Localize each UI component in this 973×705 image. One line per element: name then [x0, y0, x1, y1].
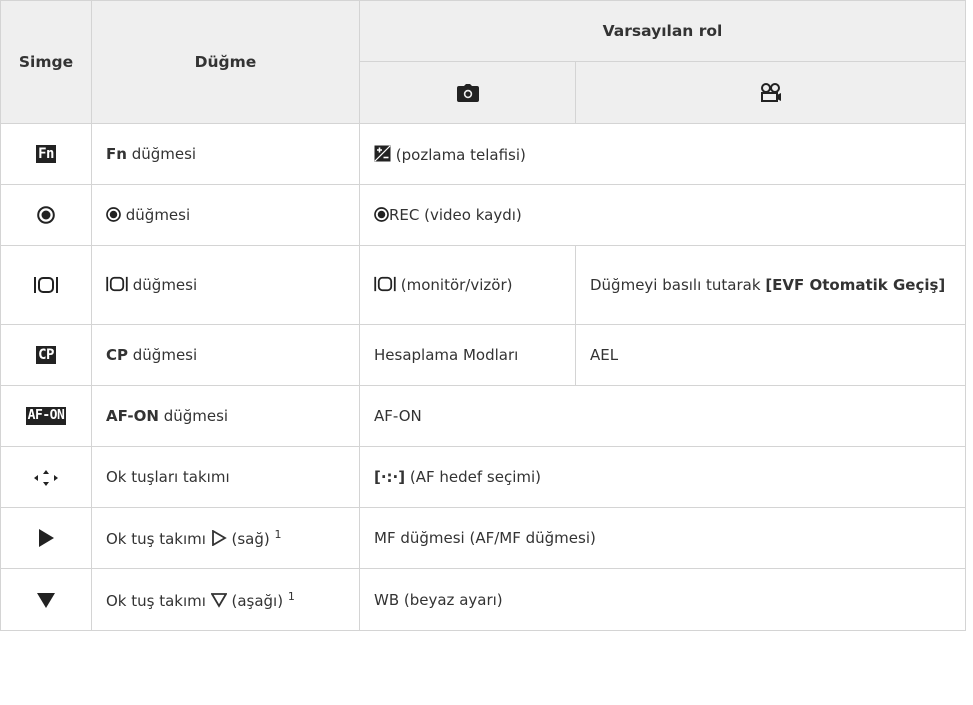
role-video: Düğmeyi basılı tutarak — [590, 276, 766, 294]
button-function-table: Simge Düğme Varsayılan rol Fn Fn düğmesi… — [0, 0, 966, 631]
role-text: (AF hedef seçimi) — [405, 468, 542, 486]
footnote-marker: 1 — [274, 528, 282, 541]
header-icon: Simge — [0, 0, 92, 124]
table-row: Ok tuşları takımı [·:·] (AF hedef seçimi… — [0, 446, 966, 508]
role-text: (pozlama telafisi) — [395, 145, 526, 164]
footnote-marker: 1 — [287, 589, 295, 603]
arrow-pad-icon — [34, 469, 58, 486]
header-photo — [359, 61, 576, 124]
fn-icon: Fn — [36, 145, 56, 164]
af-on-icon: AF-ON — [25, 407, 67, 426]
button-suffix: (aşağı) — [226, 591, 288, 610]
role-text: WB (beyaz ayarı) — [359, 568, 966, 631]
table-row: CP CP düğmesi Hesaplama Modları AEL — [0, 324, 966, 386]
role-photo: (monitör/vizör) — [396, 276, 513, 294]
button-name: Ok tuş takımı — [106, 591, 211, 610]
table-row: Ok tuş takımı (aşağı) 1 WB (beyaz ayarı) — [0, 568, 966, 631]
button-name-bold: AF-ON — [106, 407, 159, 425]
header-button: Düğme — [91, 0, 360, 124]
camera-icon — [456, 83, 479, 102]
play-right-icon — [39, 529, 54, 548]
role-text: (video kaydı) — [419, 206, 522, 224]
movie-icon — [760, 82, 781, 102]
button-name: düğmesi — [121, 206, 191, 224]
role-video: AEL — [575, 324, 966, 386]
table-row: Ok tuş takımı (sağ) 1 MF düğmesi (AF/MF … — [0, 507, 966, 569]
button-name-bold: Fn — [106, 145, 127, 163]
role-text: MF düğmesi (AF/MF düğmesi) — [359, 507, 966, 569]
button-name: düğmesi — [128, 346, 198, 364]
role-video-bold: [EVF Otomatik Geçiş] — [765, 276, 946, 294]
table-row: düğmesi (monitör/vizör) Düğmeyi basılı t… — [0, 245, 966, 325]
lv-switch-icon — [106, 276, 128, 292]
header-default-role: Varsayılan rol — [359, 0, 966, 62]
lv-switch-icon — [34, 277, 58, 294]
table-row: AF-ON AF-ON düğmesi AF-ON — [0, 385, 966, 447]
button-name: düğmesi — [158, 407, 229, 425]
role-photo: Hesaplama Modları — [359, 324, 576, 386]
down-triangle-icon — [37, 593, 55, 608]
button-name: Ok tuşları takımı — [91, 446, 360, 508]
record-icon — [37, 206, 55, 225]
cp-icon: CP — [36, 346, 56, 365]
table-row: düğmesi REC (video kaydı) — [0, 184, 966, 246]
exposure-compensation-icon — [374, 145, 391, 161]
record-icon — [106, 207, 121, 222]
role-prefix: REC — [389, 206, 420, 224]
lv-switch-icon — [374, 276, 396, 292]
table-row: Fn Fn düğmesi (pozlama telafisi) — [0, 123, 966, 185]
button-name: düğmesi — [126, 145, 197, 163]
down-outline-triangle-icon — [210, 592, 228, 608]
header-video — [575, 61, 966, 124]
button-name: düğmesi — [128, 276, 198, 294]
button-suffix: (sağ) — [226, 530, 275, 548]
role-text: AF-ON — [359, 385, 966, 447]
record-icon — [374, 207, 389, 222]
right-outline-triangle-icon — [211, 529, 227, 547]
role-bold: [·:·] — [374, 468, 406, 486]
button-name-bold: CP — [106, 346, 129, 364]
button-name: Ok tuş takımı — [106, 530, 211, 548]
